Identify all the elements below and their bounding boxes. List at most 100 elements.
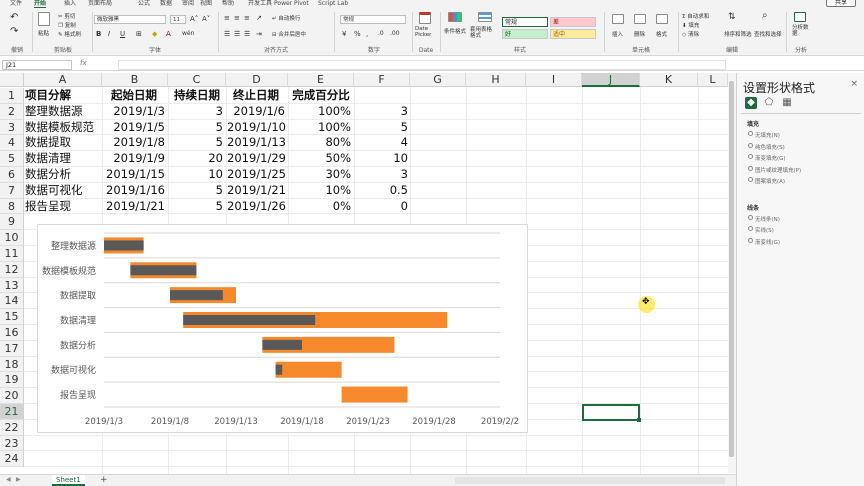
row-header-15[interactable]: 15: [0, 309, 24, 325]
column-header-k[interactable]: K: [640, 73, 698, 87]
row-header-2[interactable]: 2: [0, 103, 24, 120]
delete-cells-icon[interactable]: [634, 14, 646, 24]
header-cell[interactable]: 项目分解: [25, 88, 101, 104]
task-cell[interactable]: 数据分析: [25, 167, 101, 183]
fx-icon[interactable]: fx: [80, 59, 87, 67]
paste-button[interactable]: 粘贴: [38, 29, 49, 37]
progress-days-cell[interactable]: 0: [355, 199, 408, 215]
comma-icon[interactable]: ,: [366, 30, 368, 38]
fill-line-icon[interactable]: ◆: [745, 97, 757, 109]
delete-cells-button[interactable]: 删除: [634, 30, 645, 38]
header-cell[interactable]: 持续日期: [169, 88, 225, 104]
pane-option[interactable]: 图片或纹理填充(P): [748, 165, 801, 174]
duration-cell[interactable]: 5: [169, 183, 223, 199]
pane-option[interactable]: 无填充(N): [748, 131, 780, 139]
format-cells-icon[interactable]: [656, 14, 668, 24]
pane-option[interactable]: 无线条(N): [748, 214, 780, 223]
radio-icon[interactable]: [748, 226, 753, 231]
duration-cell[interactable]: 5: [169, 199, 223, 215]
format-cells-button[interactable]: 格式: [656, 30, 667, 38]
tab-view[interactable]: 视图: [200, 0, 212, 7]
tab-file[interactable]: 文件: [10, 0, 22, 7]
date-picker-button[interactable]: Date Picker: [415, 26, 437, 38]
increase-decimal-icon[interactable]: .0: [378, 30, 384, 37]
header-cell[interactable]: 终止日期: [227, 88, 285, 104]
row-header-19[interactable]: 19: [0, 372, 24, 389]
size-properties-icon[interactable]: ▦: [781, 97, 793, 109]
end-date-cell[interactable]: 2019/1/26: [227, 199, 286, 215]
radio-icon[interactable]: [748, 142, 753, 148]
row-header-7[interactable]: 7: [0, 182, 24, 199]
column-header-d[interactable]: D: [226, 73, 288, 87]
name-box[interactable]: J21: [2, 60, 72, 70]
progress-days-cell[interactable]: 3: [355, 167, 408, 183]
row-header-14[interactable]: 14: [0, 293, 24, 310]
column-header-g[interactable]: G: [410, 73, 466, 87]
vertical-scroll-thumb[interactable]: [729, 81, 734, 457]
column-header-h[interactable]: H: [466, 73, 526, 87]
row-header-9[interactable]: 9: [0, 214, 24, 231]
underline-icon[interactable]: U: [120, 30, 125, 38]
radio-icon[interactable]: [748, 214, 753, 220]
pane-option[interactable]: 渐变线(G): [748, 237, 780, 246]
active-cell-j21[interactable]: [582, 404, 641, 422]
calendar-icon[interactable]: [419, 12, 431, 24]
row-header-12[interactable]: 12: [0, 261, 24, 278]
fill-handle[interactable]: [637, 418, 641, 422]
pane-option[interactable]: 实线(S): [748, 226, 774, 234]
column-header-l[interactable]: L: [698, 73, 728, 87]
column-header-f[interactable]: F: [354, 73, 410, 87]
start-date-cell[interactable]: 2019/1/9: [103, 151, 165, 167]
task-cell[interactable]: 数据提取: [25, 135, 101, 151]
pane-option[interactable]: 渐变填充(G): [748, 154, 786, 162]
sort-filter-button[interactable]: 排序和筛选: [724, 30, 752, 38]
percent-icon[interactable]: %: [354, 30, 361, 38]
horizontal-scrollbar[interactable]: [455, 477, 725, 484]
row-header-11[interactable]: 11: [0, 246, 24, 262]
table-format-button[interactable]: 套用表格格式: [470, 27, 494, 39]
sort-filter-icon[interactable]: ⇅: [728, 12, 736, 22]
autosum-button[interactable]: Σ 自动求和: [682, 12, 709, 20]
tab-power-pivot[interactable]: Power Pivot: [274, 0, 309, 7]
start-date-cell[interactable]: 2019/1/5: [103, 120, 165, 136]
prev-sheet-icon[interactable]: ◀: [6, 476, 11, 483]
row-header-24[interactable]: 24: [0, 451, 24, 468]
redo-icon[interactable]: ↷: [10, 26, 18, 37]
progress-days-cell[interactable]: 4: [355, 135, 408, 151]
tab-page-layout[interactable]: 页面布局: [88, 0, 112, 7]
tab-help[interactable]: 帮助: [222, 0, 234, 7]
orientation-icon[interactable]: ↗: [256, 14, 262, 22]
duration-cell[interactable]: 5: [169, 120, 223, 136]
find-select-button[interactable]: 查找和选择: [754, 30, 782, 38]
row-header-8[interactable]: 8: [0, 198, 24, 215]
row-header-16[interactable]: 16: [0, 325, 24, 341]
row-header-6[interactable]: 6: [0, 167, 24, 183]
percent-cell[interactable]: 50%: [289, 151, 351, 167]
pane-section-title[interactable]: 线条: [747, 203, 759, 212]
end-date-cell[interactable]: 2019/1/10: [227, 120, 286, 136]
column-header-j[interactable]: J: [582, 73, 640, 87]
percent-cell[interactable]: 30%: [289, 167, 351, 183]
progress-days-cell[interactable]: 10: [355, 151, 408, 167]
increase-font-icon[interactable]: A˄: [190, 15, 198, 23]
sheet-tab-sheet1[interactable]: Sheet1: [52, 475, 85, 486]
row-header-23[interactable]: 23: [0, 435, 24, 452]
border-icon[interactable]: ⊞: [136, 30, 142, 38]
column-header-a[interactable]: A: [24, 73, 102, 87]
percent-cell[interactable]: 100%: [289, 104, 351, 120]
decrease-decimal-icon[interactable]: .00: [390, 30, 400, 37]
format-painter-button[interactable]: ✎ 格式刷: [58, 30, 81, 38]
start-date-cell[interactable]: 2019/1/3: [103, 104, 165, 120]
style-good[interactable]: 好: [502, 29, 548, 39]
start-date-cell[interactable]: 2019/1/15: [103, 167, 165, 183]
task-cell[interactable]: 报告呈现: [25, 199, 101, 215]
pane-option[interactable]: 图案填充(A): [748, 177, 785, 185]
tab-script-lab[interactable]: Script Lab: [318, 0, 348, 7]
end-date-cell[interactable]: 2019/1/6: [227, 104, 285, 120]
end-date-cell[interactable]: 2019/1/21: [227, 183, 286, 199]
effects-icon[interactable]: ⬠: [763, 97, 775, 109]
percent-cell[interactable]: 100%: [289, 120, 351, 136]
gantt-chart[interactable]: 整理数据源 数据模板规范 数据提取 数据清理 数据分析 数据可视化 报告呈现 2019/1/3…: [37, 224, 528, 433]
task-cell[interactable]: 数据可视化: [25, 183, 101, 199]
phonetic-icon[interactable]: wén: [182, 30, 194, 37]
